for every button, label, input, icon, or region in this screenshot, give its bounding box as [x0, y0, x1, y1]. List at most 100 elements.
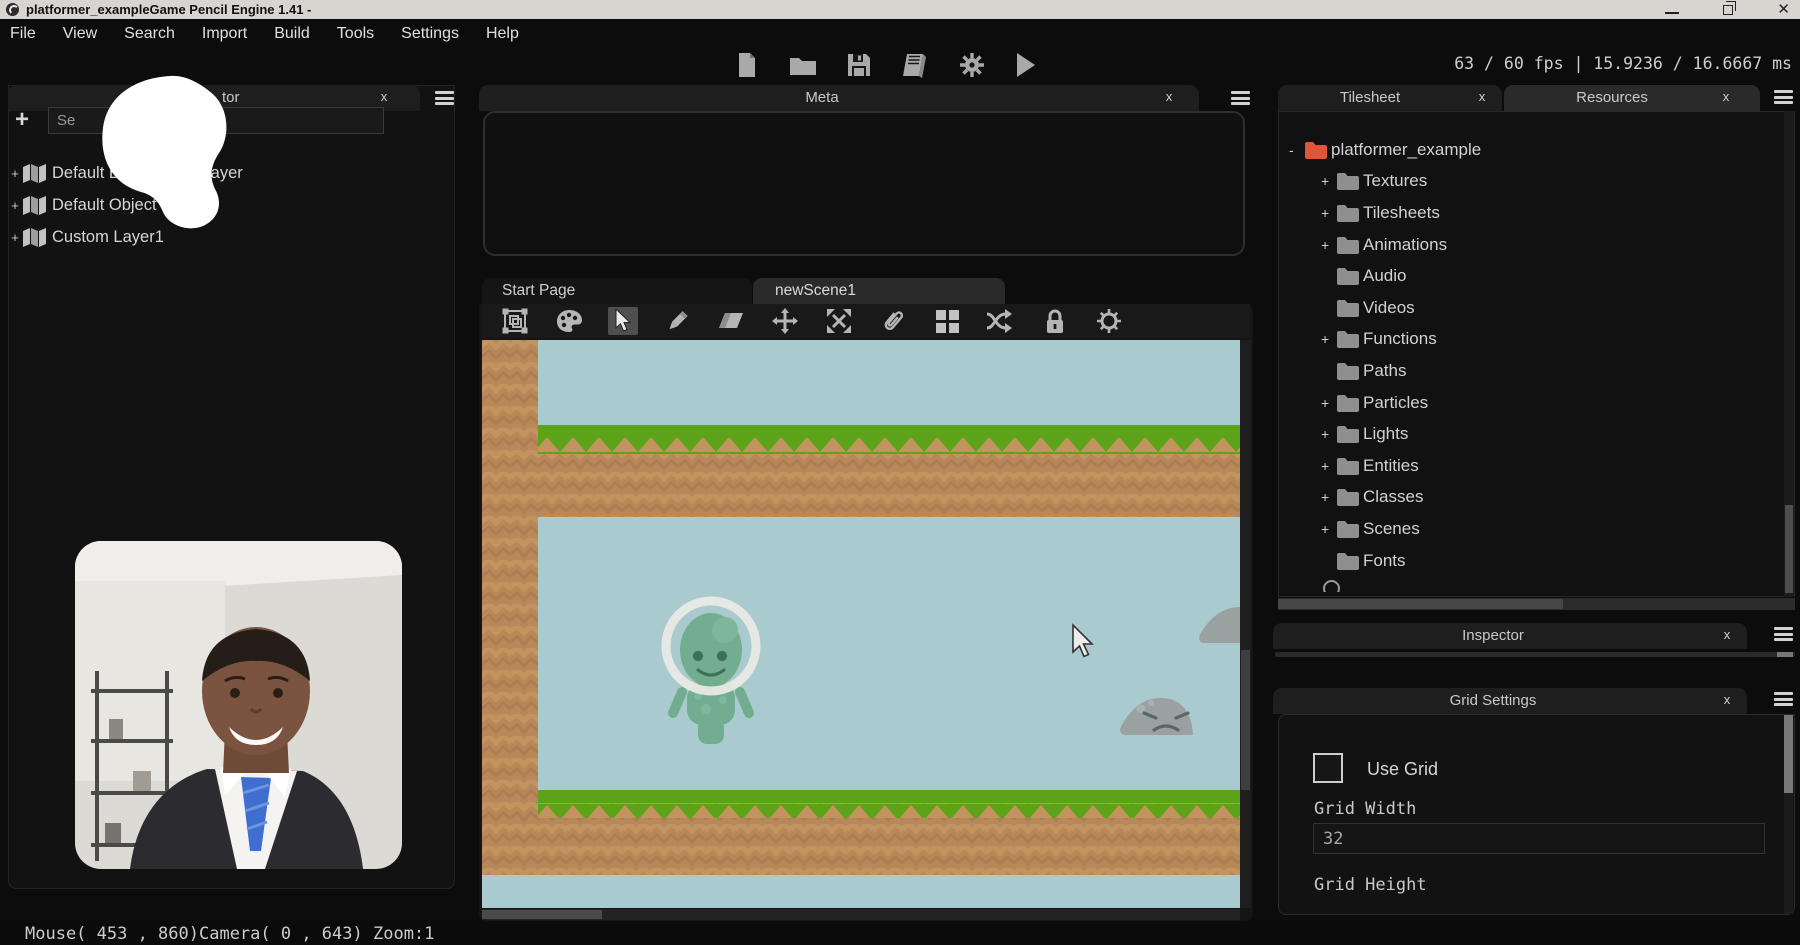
close-icon[interactable]: x — [1474, 89, 1490, 104]
tab-tilesheet[interactable]: Tilesheet x — [1278, 85, 1502, 111]
meta-panel-tab[interactable]: Meta x — [479, 85, 1199, 111]
open-folder-icon[interactable] — [789, 54, 817, 76]
folder-icon — [1336, 425, 1360, 443]
scrollbar-thumb[interactable] — [1241, 650, 1250, 790]
menu-bar: File View Search Import Build Tools Settings He… — [0, 19, 1800, 48]
tree-item-label: Particles — [1363, 393, 1428, 413]
expand-icon[interactable]: + — [1321, 458, 1335, 474]
folder-icon — [1336, 172, 1360, 190]
use-grid-checkbox[interactable] — [1313, 753, 1343, 783]
grid-width-input[interactable] — [1313, 823, 1765, 854]
scene-vertical-scrollbar[interactable] — [1240, 340, 1251, 908]
tab-start-page[interactable]: Start Page — [482, 278, 752, 304]
tree-item[interactable]: + Functions — [1279, 324, 1779, 356]
tree-item-clipped[interactable] — [1323, 580, 1523, 592]
tree-item[interactable]: + Entities — [1279, 450, 1779, 482]
tree-item-label: Classes — [1363, 487, 1423, 507]
tree-item[interactable]: Paths — [1279, 355, 1779, 387]
folder-icon — [1336, 394, 1360, 412]
tree-item[interactable]: + Classes — [1279, 482, 1779, 514]
close-icon[interactable]: x — [1161, 89, 1177, 104]
eraser-tool-icon[interactable] — [716, 307, 746, 335]
tree-item[interactable]: + Lights — [1279, 418, 1779, 450]
panel-menu-icon[interactable] — [1774, 692, 1793, 706]
save-icon[interactable] — [847, 53, 871, 77]
move-tool-icon[interactable] — [770, 307, 800, 335]
scene-horizontal-scrollbar[interactable] — [482, 909, 1240, 920]
panel-menu-icon[interactable] — [1774, 627, 1793, 641]
inspector-panel-tab[interactable]: Inspector x — [1273, 623, 1747, 649]
menu-item[interactable]: Settings — [401, 25, 459, 43]
scrollbar-thumb[interactable] — [1278, 599, 1563, 609]
tree-item[interactable]: Videos — [1279, 292, 1779, 324]
restore-icon[interactable] — [1723, 5, 1733, 15]
menu-item[interactable]: File — [10, 25, 36, 43]
expand-icon[interactable]: + — [8, 166, 22, 181]
menu-item[interactable]: Import — [202, 25, 247, 43]
expand-icon[interactable]: + — [1321, 489, 1335, 505]
close-icon[interactable]: x — [1718, 89, 1734, 104]
new-file-icon[interactable] — [735, 52, 759, 78]
scene-canvas[interactable] — [482, 340, 1240, 908]
menu-item[interactable]: Tools — [337, 25, 374, 43]
scale-tool-icon[interactable] — [824, 307, 854, 335]
tab-new-scene1[interactable]: newScene1 — [753, 278, 1005, 304]
rotate-gear-tool-icon[interactable] — [1094, 307, 1124, 335]
tree-item[interactable]: Fonts — [1279, 545, 1779, 577]
transform-tool-icon[interactable] — [500, 307, 530, 335]
close-icon[interactable]: x — [376, 89, 392, 104]
tree-item[interactable]: + Textures — [1279, 166, 1779, 198]
panel-menu-icon[interactable] — [1774, 90, 1793, 104]
palette-tool-icon[interactable] — [554, 307, 584, 335]
attach-tool-icon[interactable] — [878, 307, 908, 335]
title-bar: platformer_exampleGame Pencil Engine 1.4… — [0, 0, 1800, 19]
expand-icon[interactable]: + — [1321, 205, 1335, 221]
expand-icon[interactable]: + — [1321, 237, 1335, 253]
scrollbar-thumb[interactable] — [1785, 505, 1793, 593]
panel-menu-icon[interactable] — [435, 91, 454, 105]
tree-item[interactable]: - platformer_example — [1279, 134, 1779, 166]
expand-icon[interactable]: + — [1321, 395, 1335, 411]
expand-icon[interactable]: + — [1321, 173, 1335, 189]
expand-icon[interactable]: + — [1321, 426, 1335, 442]
tree-item[interactable]: + Animations — [1279, 229, 1779, 261]
panel-menu-icon[interactable] — [1231, 91, 1250, 105]
grid-settings-tab[interactable]: Grid Settings x — [1273, 688, 1747, 714]
expand-icon[interactable]: + — [1321, 521, 1335, 537]
pencil-tool-icon[interactable] — [662, 307, 692, 335]
shuffle-tool-icon[interactable] — [986, 307, 1016, 335]
menu-item[interactable]: Search — [124, 25, 175, 43]
expand-icon[interactable]: - — [1289, 142, 1303, 158]
tree-item[interactable]: Audio — [1279, 260, 1779, 292]
close-icon[interactable]: x — [1719, 692, 1735, 707]
tree-item[interactable]: + Particles — [1279, 387, 1779, 419]
menu-item[interactable]: Build — [274, 25, 310, 43]
resources-vertical-scrollbar[interactable] — [1784, 111, 1794, 597]
folder-icon — [1336, 204, 1360, 222]
lock-tool-icon[interactable] — [1040, 307, 1070, 335]
close-icon[interactable]: x — [1719, 627, 1735, 642]
expand-icon[interactable]: + — [8, 198, 22, 213]
tab-resources[interactable]: Resources x — [1504, 85, 1760, 111]
grid-settings-scrollbar[interactable] — [1784, 715, 1793, 914]
expand-icon[interactable]: + — [8, 230, 22, 245]
inspector-scrollbar[interactable] — [1275, 652, 1795, 657]
scrollbar-thumb[interactable] — [482, 910, 602, 919]
expand-icon[interactable]: + — [1321, 331, 1335, 347]
run-play-icon[interactable] — [1015, 52, 1037, 78]
tree-item[interactable]: + Scenes — [1279, 513, 1779, 545]
tree-item[interactable]: + Tilesheets — [1279, 197, 1779, 229]
add-layer-button[interactable]: + — [10, 109, 34, 133]
tile-grid-tool-icon[interactable] — [932, 307, 962, 335]
close-window-icon[interactable]: ✕ — [1777, 0, 1790, 19]
select-cursor-tool-icon[interactable] — [608, 307, 638, 335]
meta-panel-title: Meta — [479, 89, 1165, 106]
scrollbar-thumb[interactable] — [1784, 715, 1793, 793]
settings-gear-icon[interactable] — [959, 52, 985, 78]
menu-item[interactable]: View — [63, 25, 97, 43]
docs-book-icon[interactable] — [901, 52, 929, 78]
tree-item-label: Fonts — [1363, 551, 1406, 571]
resources-horizontal-scrollbar[interactable] — [1278, 598, 1795, 610]
menu-item[interactable]: Help — [486, 25, 519, 43]
minimize-icon[interactable] — [1665, 12, 1679, 14]
